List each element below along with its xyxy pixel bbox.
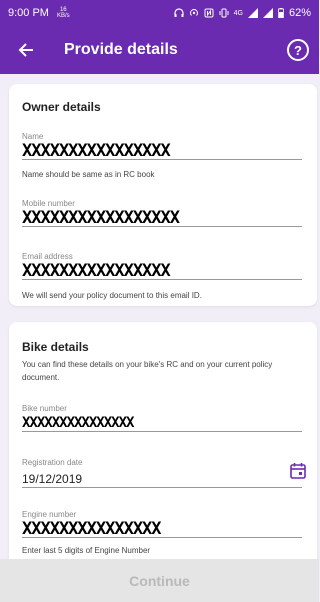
registration-date-field[interactable]: 19/12/2019 — [22, 470, 302, 488]
network-type-label: 4G — [233, 9, 243, 17]
bike-number-label: Bike number — [22, 404, 67, 413]
email-helper-text: We will send your policy document to thi… — [22, 291, 202, 300]
continue-button[interactable]: Continue — [0, 559, 319, 602]
signal-icon-2 — [262, 8, 273, 18]
bike-number-field[interactable]: XXXXXXXXXXXXXXX — [22, 414, 302, 432]
network-speed-unit: KB/s — [56, 13, 70, 19]
owner-details-card: Owner details Name XXXXXXXXXXXXXXXX Name… — [9, 84, 317, 306]
battery-icon — [278, 8, 284, 18]
signal-icon — [247, 8, 258, 18]
name-field[interactable]: XXXXXXXXXXXXXXXX — [22, 142, 302, 160]
email-label: Email address — [22, 252, 73, 261]
status-icons: 4G 62% — [174, 7, 311, 19]
status-bar: 9:00 PM 16 KB/s 4G 62% — [0, 0, 319, 26]
app-bar: Provide details ? — [0, 26, 319, 74]
bike-details-title: Bike details — [22, 340, 89, 354]
engine-number-field[interactable]: XXXXXXXXXXXXXXX — [22, 520, 302, 538]
vibrate-icon — [219, 8, 229, 18]
calendar-icon[interactable] — [289, 462, 307, 480]
engine-number-helper-text: Enter last 5 digits of Engine Number — [22, 546, 151, 555]
nfc-icon — [204, 8, 214, 18]
name-label: Name — [22, 132, 44, 141]
status-time: 9:00 PM — [8, 7, 49, 19]
network-speed: 16 KB/s — [57, 7, 70, 19]
headphones-icon — [174, 8, 184, 17]
continue-label: Continue — [129, 572, 190, 589]
mobile-field[interactable]: XXXXXXXXXXXXXXXXX — [22, 209, 302, 227]
email-field[interactable]: XXXXXXXXXXXXXXXX — [22, 262, 302, 280]
bike-details-description: You can find these details on your bike'… — [22, 360, 273, 382]
name-helper-text: Name should be same as in RC book — [22, 170, 155, 179]
hotspot-icon — [189, 9, 198, 16]
help-button[interactable]: ? — [287, 39, 309, 61]
mobile-label: Mobile number — [22, 199, 75, 208]
engine-number-label: Engine number — [22, 510, 77, 519]
registration-date-label: Registration date — [22, 458, 83, 467]
page-title: Provide details — [64, 41, 178, 58]
battery-percent: 62% — [288, 7, 311, 19]
owner-details-title: Owner details — [22, 100, 101, 114]
help-circle-icon: ? — [294, 42, 302, 58]
back-button[interactable] — [6, 30, 46, 70]
arrow-left-icon — [18, 43, 33, 57]
